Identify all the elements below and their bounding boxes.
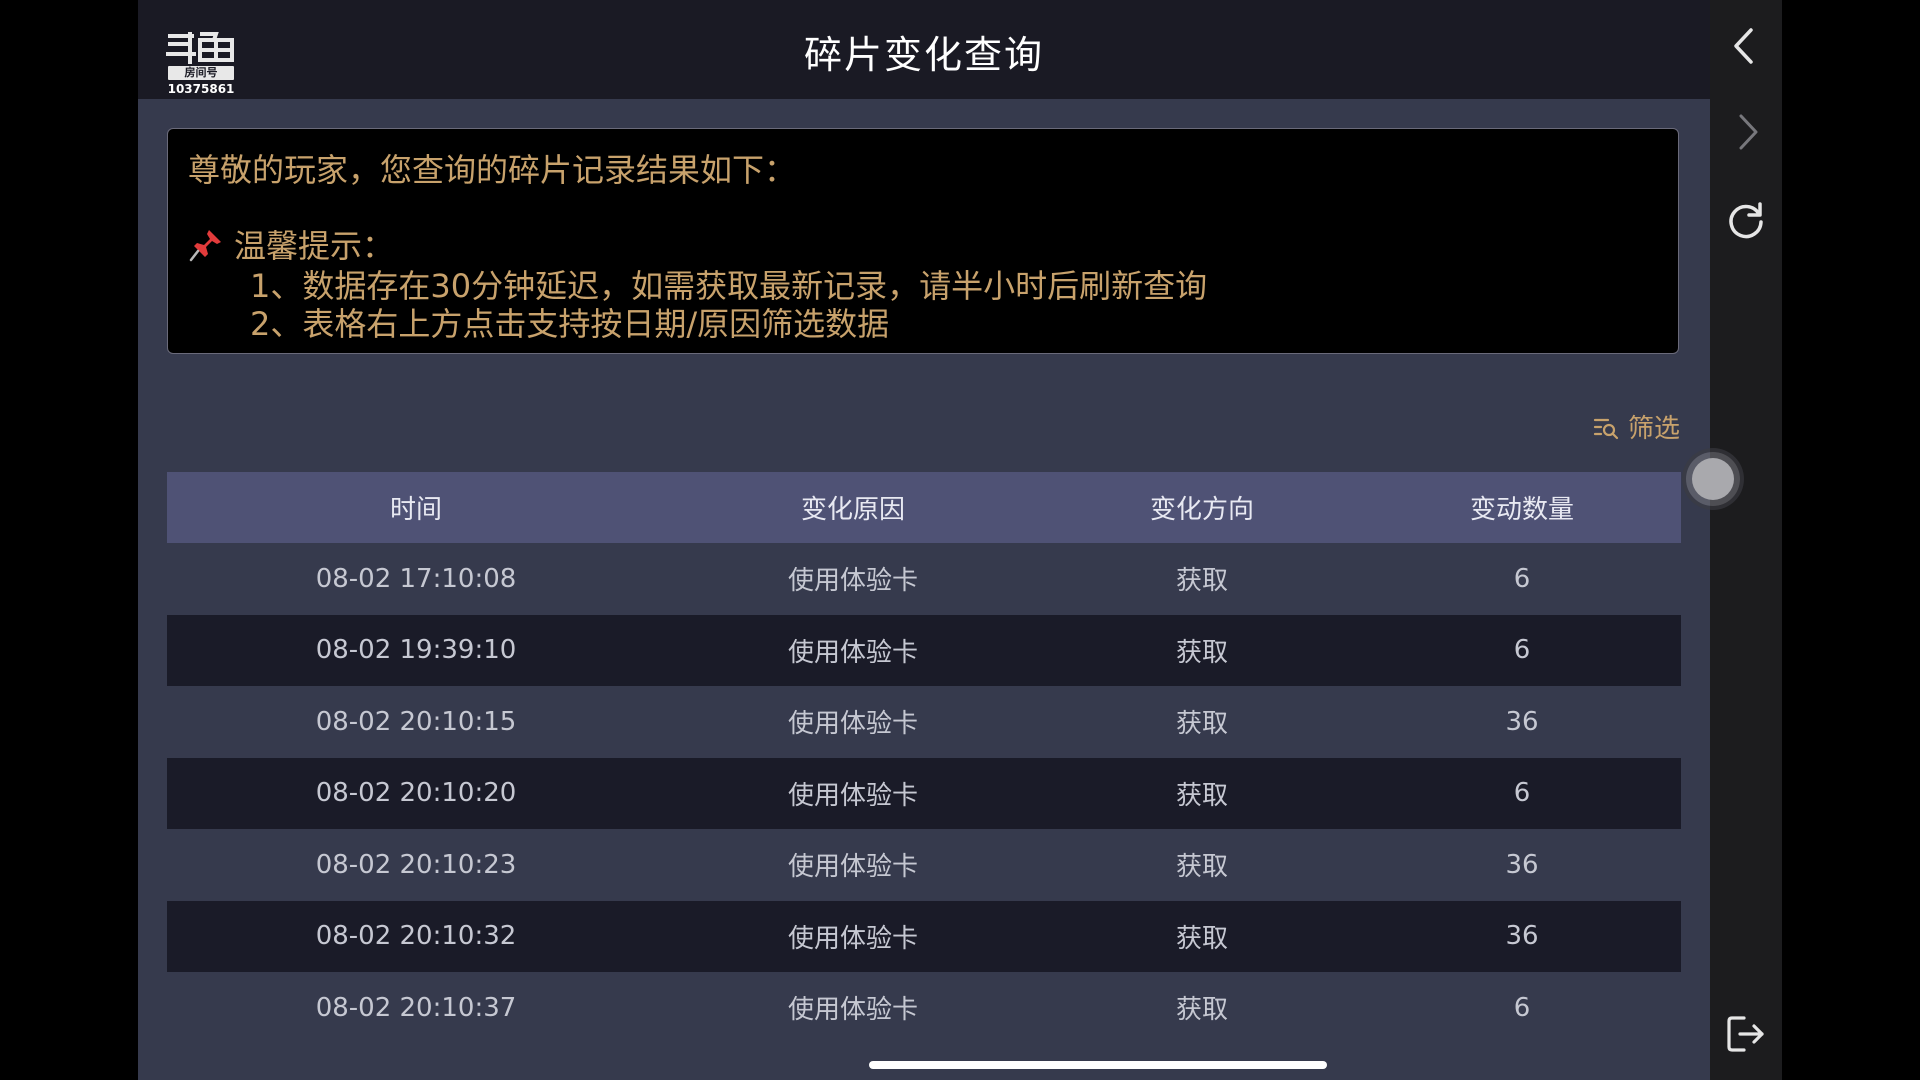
cell-reason: 使用体验卡	[787, 780, 918, 811]
cell-direction: 获取	[1175, 995, 1228, 1026]
top-bar: 房间号 10375861 碎片变化查询	[138, 0, 1710, 99]
column-header-time: 时间	[389, 495, 442, 525]
tip-item-2: 2、表格右上方点击支持按日期/原因筛选数据	[250, 305, 890, 343]
page-title: 碎片变化查询	[803, 33, 1044, 77]
table-row: 08-02 19:39:10 使用体验卡 获取 6	[167, 614, 1681, 686]
cell-reason: 使用体验卡	[787, 852, 918, 883]
table-row: 08-02 20:10:15 使用体验卡 获取 36	[167, 686, 1681, 758]
cell-direction: 获取	[1175, 780, 1228, 811]
records-table: 时间 变化原因 变化方向 变动数量 08-02 17:10:08 使用体验卡 获…	[167, 472, 1681, 1044]
forward-icon[interactable]	[1724, 110, 1768, 154]
notice-greeting: 尊敬的玩家，您查询的碎片记录结果如下：	[188, 151, 797, 189]
browser-sidebar	[1710, 0, 1782, 1080]
pushpin-icon	[189, 230, 221, 262]
home-indicator[interactable]	[869, 1061, 1327, 1069]
cell-time: 08-02 20:10:15	[315, 706, 517, 737]
column-header-direction: 变化方向	[1149, 495, 1254, 525]
cell-direction: 获取	[1175, 637, 1228, 668]
table-row: 08-02 17:10:08 使用体验卡 获取 6	[167, 543, 1681, 615]
filter-button[interactable]: 筛选	[1592, 408, 1680, 445]
cell-quantity: 36	[1505, 706, 1539, 737]
cell-direction: 获取	[1175, 709, 1228, 740]
cell-time: 08-02 20:10:23	[315, 849, 517, 880]
cell-time: 08-02 20:10:20	[315, 778, 517, 809]
cell-direction: 获取	[1175, 566, 1228, 597]
cell-direction: 获取	[1175, 923, 1228, 954]
back-icon[interactable]	[1724, 24, 1768, 68]
cell-quantity: 36	[1505, 849, 1539, 880]
filter-label: 筛选	[1627, 414, 1680, 444]
table-row: 08-02 20:10:37 使用体验卡 获取 6	[167, 972, 1681, 1044]
table-row: 08-02 20:10:23 使用体验卡 获取 36	[167, 829, 1681, 901]
table-row: 08-02 20:10:32 使用体验卡 获取 36	[167, 900, 1681, 972]
cell-time: 08-02 19:39:10	[315, 635, 517, 666]
tip-title: 温馨提示：	[234, 227, 395, 265]
cell-quantity: 36	[1505, 921, 1539, 952]
cell-reason: 使用体验卡	[787, 923, 918, 954]
table-header: 时间 变化原因 变化方向 变动数量	[167, 472, 1681, 543]
cell-reason: 使用体验卡	[787, 566, 918, 597]
cell-reason: 使用体验卡	[787, 995, 918, 1026]
web-panel: 房间号 10375861 碎片变化查询 尊敬的玩家，您查询的碎片记录结果如下： …	[138, 0, 1710, 1080]
cell-time: 08-02 20:10:32	[315, 921, 517, 952]
table-row: 08-02 20:10:20 使用体验卡 获取 6	[167, 757, 1681, 829]
notice-box: 尊敬的玩家，您查询的碎片记录结果如下： 温馨提示： 1、数据存在30分钟延迟，如…	[167, 128, 1679, 354]
exit-icon[interactable]	[1724, 1012, 1768, 1056]
column-header-quantity: 变动数量	[1469, 495, 1574, 525]
filter-icon	[1593, 418, 1619, 439]
cell-quantity: 6	[1513, 778, 1531, 809]
assistive-touch-button[interactable]	[1686, 452, 1740, 506]
cell-direction: 获取	[1175, 852, 1228, 883]
room-number: 10375861	[167, 82, 235, 96]
column-header-reason: 变化原因	[800, 495, 905, 525]
refresh-icon[interactable]	[1724, 198, 1768, 242]
cell-time: 08-02 20:10:37	[315, 992, 517, 1023]
cell-reason: 使用体验卡	[787, 709, 918, 740]
cell-time: 08-02 17:10:08	[315, 563, 517, 594]
cell-quantity: 6	[1513, 992, 1531, 1023]
cell-quantity: 6	[1513, 563, 1531, 594]
cell-quantity: 6	[1513, 635, 1531, 666]
cell-reason: 使用体验卡	[787, 637, 918, 668]
screen: 房间号 10375861 碎片变化查询 尊敬的玩家，您查询的碎片记录结果如下： …	[0, 0, 1920, 1080]
